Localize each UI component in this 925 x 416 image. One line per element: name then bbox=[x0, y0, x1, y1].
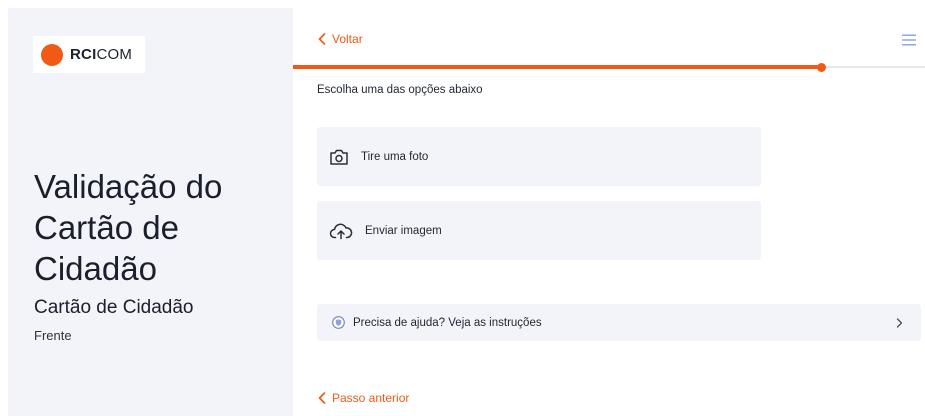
upload-image-label: Enviar imagem bbox=[365, 224, 442, 237]
help-instructions-button[interactable]: Precisa de ajuda? Veja as instruções bbox=[317, 304, 921, 341]
chevron-right-icon bbox=[896, 317, 903, 328]
upload-image-button[interactable]: Enviar imagem bbox=[317, 201, 761, 260]
logo-dot-icon bbox=[41, 43, 63, 66]
take-photo-button[interactable]: Tire uma foto bbox=[317, 127, 761, 186]
previous-step-link[interactable]: Passo anterior bbox=[318, 391, 409, 405]
progress-knob bbox=[816, 63, 826, 72]
page-subtitle: Cartão de Cidadão bbox=[34, 297, 194, 318]
logo-bold-text: RCI bbox=[70, 46, 97, 63]
take-photo-label: Tire uma foto bbox=[361, 150, 429, 163]
chevron-left-icon bbox=[318, 392, 326, 404]
back-link[interactable]: Voltar bbox=[318, 32, 363, 46]
instruction-text: Escolha uma das opções abaixo bbox=[317, 84, 483, 96]
side-panel: RCICOM Validação do Cartão de Cidadão Ca… bbox=[8, 8, 293, 416]
page: RCICOM Validação do Cartão de Cidadão Ca… bbox=[0, 0, 925, 416]
logo-text: RCICOM bbox=[70, 46, 132, 63]
camera-icon bbox=[330, 149, 348, 165]
brand-logo: RCICOM bbox=[33, 36, 145, 73]
chevron-left-icon bbox=[318, 33, 326, 45]
previous-step-label: Passo anterior bbox=[332, 391, 410, 405]
help-label: Precisa de ajuda? Veja as instruções bbox=[353, 316, 542, 329]
cloud-upload-icon bbox=[329, 223, 353, 239]
logo-regular-text: COM bbox=[96, 46, 133, 63]
help-shield-icon bbox=[332, 316, 345, 329]
progress-fill bbox=[293, 65, 821, 69]
page-title: Validação do Cartão de Cidadão bbox=[34, 168, 223, 287]
document-side-label: Frente bbox=[34, 328, 72, 343]
progress-bar bbox=[293, 63, 925, 72]
back-link-label: Voltar bbox=[332, 32, 363, 46]
hamburger-menu-icon[interactable] bbox=[902, 33, 916, 51]
